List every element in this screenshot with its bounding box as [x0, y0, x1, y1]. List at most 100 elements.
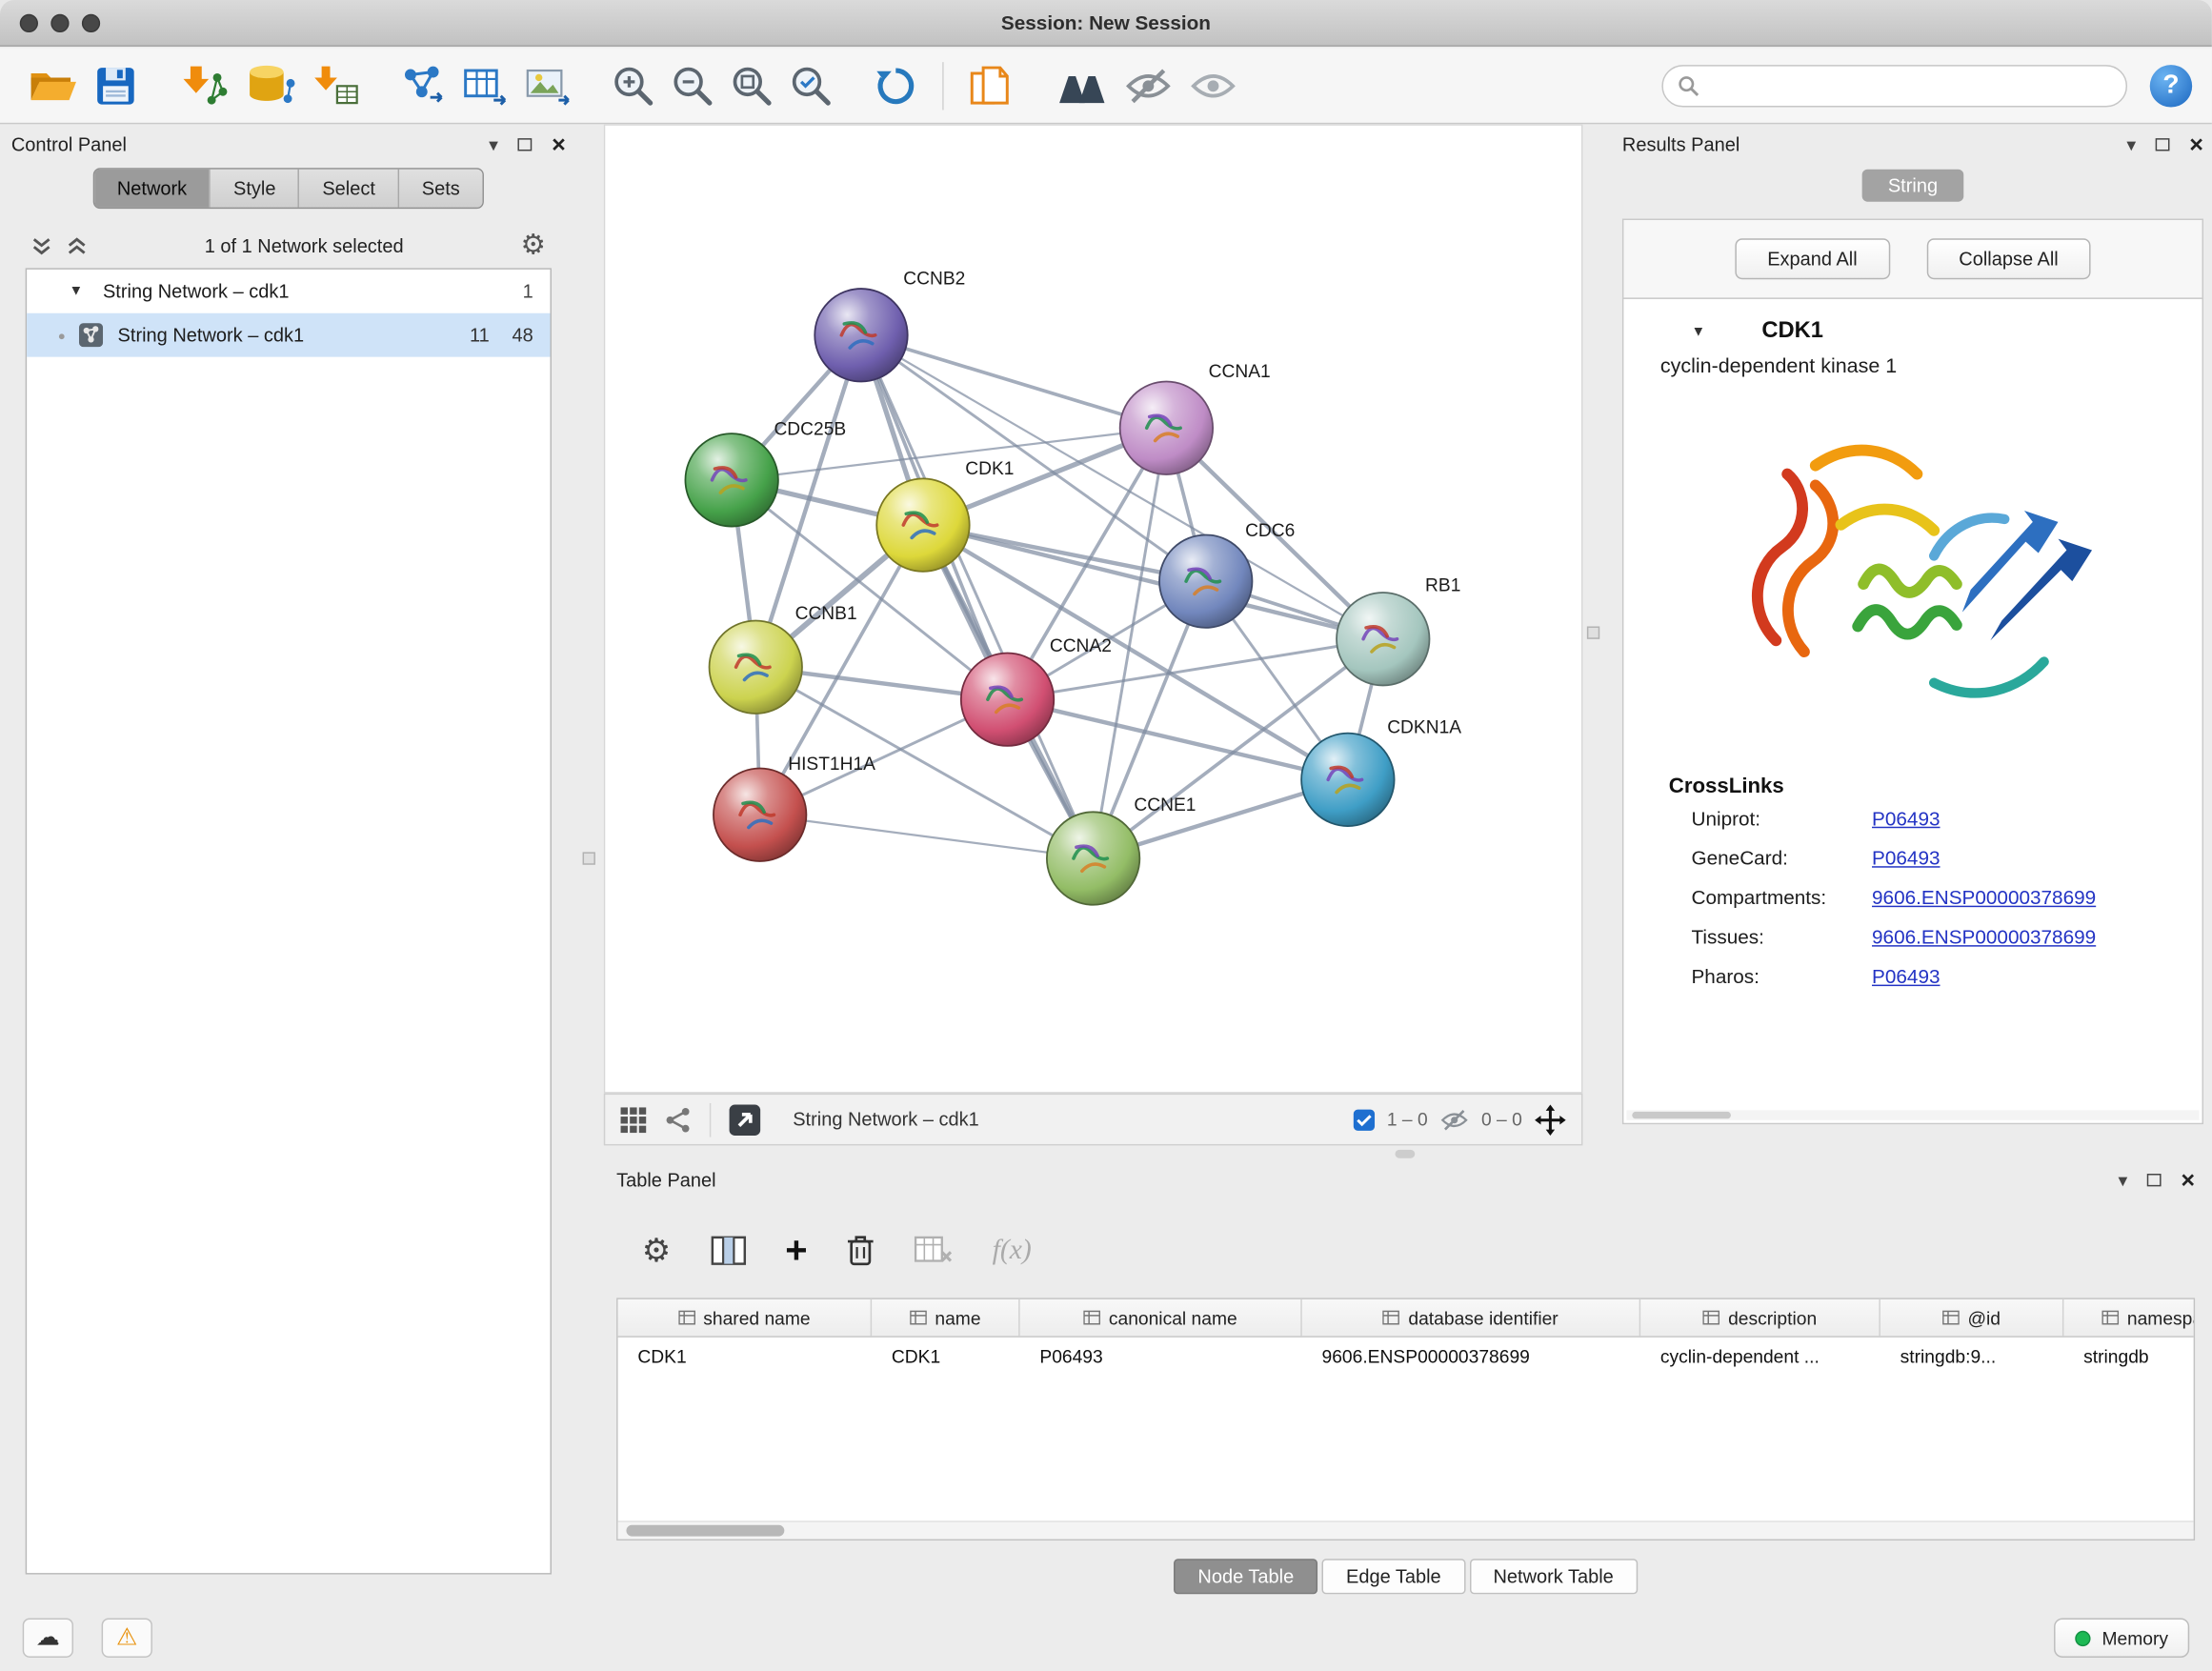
column-header-database-identifier[interactable]: database identifier [1302, 1299, 1640, 1337]
edge-CCNB2-CCNE1[interactable] [861, 335, 1094, 858]
open-session-button[interactable] [20, 54, 88, 116]
show-columns-icon[interactable] [711, 1234, 746, 1266]
edge-HIST1H1A-CCNE1[interactable] [760, 815, 1094, 858]
table-cell[interactable]: cyclin-dependent ... [1640, 1346, 1880, 1367]
column-header--id[interactable]: @id [1880, 1299, 2064, 1337]
add-column-button[interactable]: + [785, 1231, 807, 1269]
birds-eye-grid-icon[interactable] [619, 1105, 648, 1134]
card-hscrollbar[interactable] [1626, 1110, 2199, 1119]
expand-all-icon[interactable] [67, 235, 88, 256]
import-table-button[interactable] [302, 54, 367, 116]
table-hscrollbar[interactable] [618, 1520, 2194, 1539]
network-canvas[interactable]: CCNB2CCNA1CDC25BCDK1CDC6RB1CCNB1CCNA2CDK… [604, 124, 1583, 1093]
column-type-icon [910, 1309, 927, 1326]
close-panel-icon[interactable]: × [552, 131, 566, 155]
crosslink-link[interactable]: P06493 [1872, 965, 1940, 988]
node-RB1[interactable]: RB1 [1337, 576, 1460, 686]
network-row-selected[interactable]: ● String Network – cdk1 11 48 [27, 313, 550, 357]
tab-string[interactable]: String [1862, 170, 1963, 202]
export-view-icon[interactable] [728, 1102, 762, 1137]
show-graphics-button[interactable] [1180, 54, 1245, 116]
column-header-description[interactable]: description [1640, 1299, 1880, 1337]
scrollbar-thumb[interactable] [626, 1525, 784, 1537]
zoom-fit-button[interactable] [722, 54, 781, 116]
crosslink-link[interactable]: 9606.ENSP00000378699 [1872, 886, 2096, 909]
table-cell[interactable]: stringdb:9... [1880, 1346, 2064, 1367]
duplicate-document-button[interactable] [960, 54, 1022, 116]
close-panel-icon[interactable]: × [2189, 131, 2203, 155]
node-CDK1[interactable]: CDK1 [876, 459, 1014, 572]
panel-menu-icon[interactable]: ▾ [2118, 1170, 2127, 1188]
gear-icon[interactable]: ⚙ [521, 232, 547, 260]
splitter-handle[interactable] [1587, 626, 1599, 638]
splitter-handle[interactable] [1396, 1150, 1416, 1158]
node-HIST1H1A[interactable]: HIST1H1A [714, 755, 875, 861]
crosslink-link[interactable]: 9606.ENSP00000378699 [1872, 925, 2096, 948]
import-network-database-button[interactable] [237, 54, 302, 116]
tab-style[interactable]: Style [210, 170, 298, 208]
search-input[interactable] [1708, 74, 2112, 95]
table-options-gear-icon[interactable]: ⚙ [642, 1234, 672, 1266]
tab-network[interactable]: Network [94, 170, 210, 208]
column-header-canonical-name[interactable]: canonical name [1020, 1299, 1302, 1337]
network-from-selection-button[interactable] [392, 54, 454, 116]
collapse-all-icon[interactable] [31, 235, 52, 256]
crosslink-link[interactable]: P06493 [1872, 807, 1940, 830]
table-row[interactable]: CDK1CDK1P064939606.ENSP00000378699cyclin… [618, 1338, 2194, 1376]
delete-column-trash-icon[interactable] [847, 1233, 875, 1267]
column-header-namespace[interactable]: namespace [2063, 1299, 2195, 1337]
edge-CCNB2-CCNA1[interactable] [861, 335, 1166, 428]
pan-crosshair-icon[interactable] [1534, 1102, 1568, 1137]
network-collection-row[interactable]: ▼ String Network – cdk1 1 [27, 270, 550, 313]
collapse-all-button[interactable]: Collapse All [1926, 238, 2091, 279]
import-network-file-button[interactable] [170, 54, 237, 116]
save-session-button[interactable] [88, 54, 144, 116]
node-CDC25B[interactable]: CDC25B [685, 420, 846, 527]
splitter-handle[interactable] [583, 852, 595, 864]
table-cell[interactable]: CDK1 [618, 1346, 873, 1367]
hide-graphics-button[interactable] [1116, 54, 1180, 116]
tab-node-table[interactable]: Node Table [1174, 1559, 1317, 1594]
graphics-details-button[interactable] [1048, 54, 1116, 116]
float-panel-icon[interactable] [2156, 137, 2170, 150]
zoom-in-button[interactable] [604, 54, 663, 116]
expand-all-button[interactable]: Expand All [1735, 238, 1890, 279]
tab-network-table[interactable]: Network Table [1469, 1559, 1638, 1594]
toolbar-search[interactable] [1661, 64, 2127, 106]
float-panel-icon[interactable] [518, 137, 533, 150]
column-header-name[interactable]: name [872, 1299, 1019, 1337]
memory-button[interactable]: Memory [2054, 1618, 2189, 1657]
node-CCNB1[interactable]: CCNB1 [710, 604, 857, 714]
export-image-button[interactable] [516, 54, 578, 116]
network-share-icon[interactable] [664, 1105, 693, 1134]
table-cell[interactable]: P06493 [1020, 1346, 1302, 1367]
node-CCNB2[interactable]: CCNB2 [814, 270, 965, 382]
edge-CCNA2-CDKN1A[interactable] [1008, 699, 1348, 779]
help-button[interactable]: ? [2150, 64, 2192, 106]
tab-sets[interactable]: Sets [398, 170, 483, 208]
warnings-button[interactable]: ⚠ [102, 1618, 152, 1657]
column-header-shared-name[interactable]: shared name [618, 1299, 873, 1337]
zoom-selected-button[interactable] [781, 54, 840, 116]
node-label-CCNB2: CCNB2 [903, 270, 965, 290]
crosslink-link[interactable]: P06493 [1872, 846, 1940, 869]
tree-expander-icon[interactable]: ▼ [70, 284, 84, 299]
tab-edge-table[interactable]: Edge Table [1322, 1559, 1465, 1594]
table-cell[interactable]: CDK1 [872, 1346, 1019, 1367]
refresh-layout-button[interactable] [866, 54, 925, 116]
table-cell[interactable]: 9606.ENSP00000378699 [1302, 1346, 1640, 1367]
node-CDKN1A[interactable]: CDKN1A [1301, 718, 1461, 826]
node-CCNA1[interactable]: CCNA1 [1120, 362, 1271, 474]
zoom-out-button[interactable] [663, 54, 722, 116]
panel-menu-icon[interactable]: ▾ [2126, 134, 2136, 152]
cloud-status-button[interactable]: ☁ [23, 1618, 73, 1657]
export-table-button[interactable] [454, 54, 516, 116]
float-panel-icon[interactable] [2147, 1173, 2162, 1185]
hidden-eye-slash-icon[interactable] [1439, 1107, 1471, 1133]
section-expander-icon[interactable]: ▼ [1691, 324, 1705, 339]
close-panel-icon[interactable]: × [2181, 1167, 2195, 1191]
selected-checkbox-icon[interactable] [1353, 1108, 1376, 1131]
table-cell[interactable]: stringdb [2063, 1346, 2195, 1367]
tab-select[interactable]: Select [298, 170, 397, 208]
panel-menu-icon[interactable]: ▾ [489, 134, 498, 152]
